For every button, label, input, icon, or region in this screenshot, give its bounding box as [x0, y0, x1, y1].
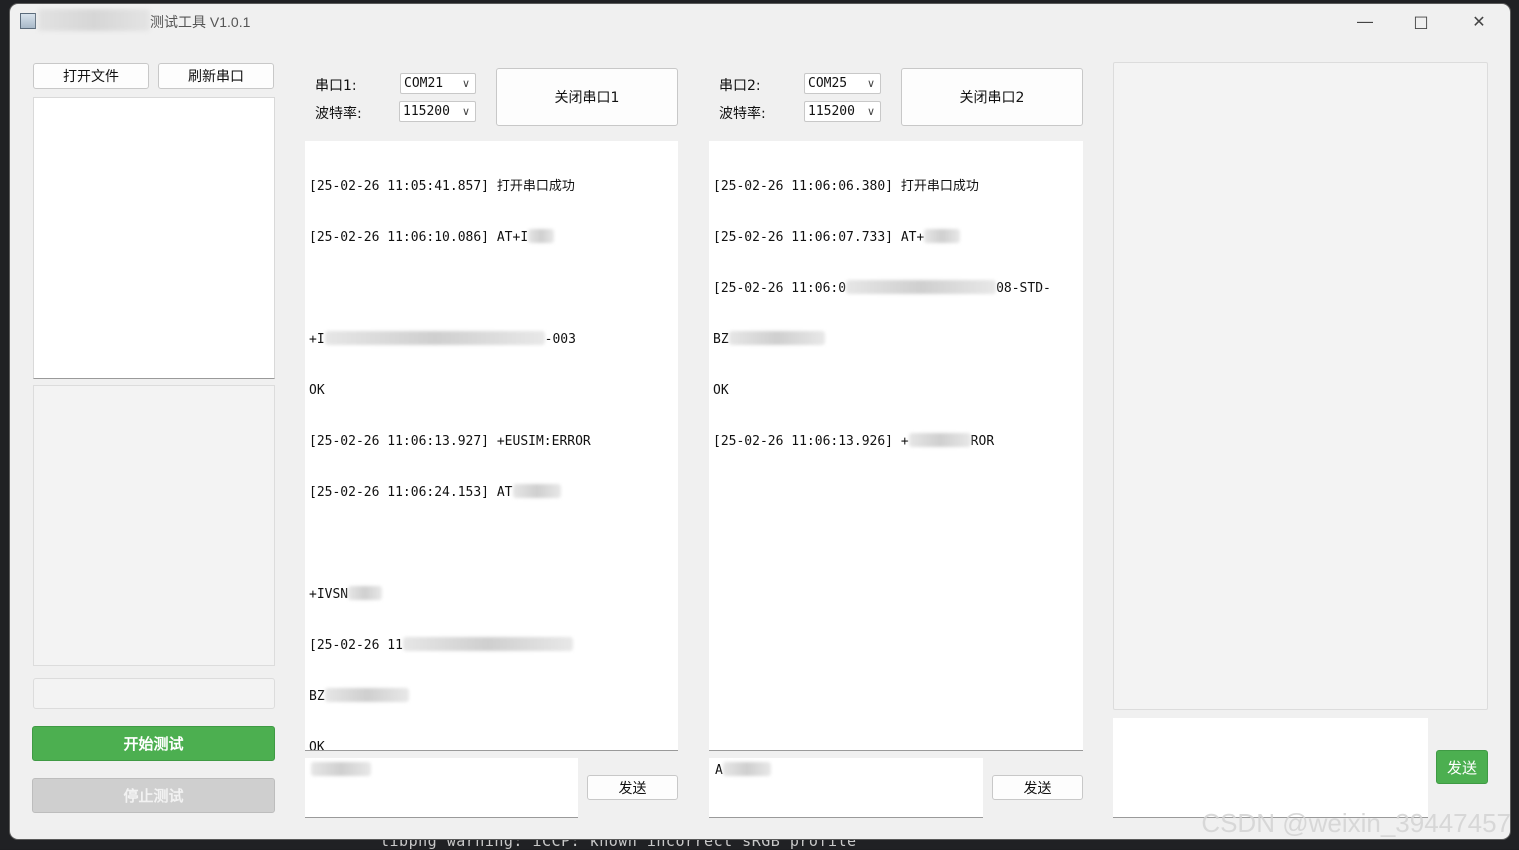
log-line: +I -003	[309, 331, 576, 347]
baud1-label: 波特率:	[315, 106, 362, 122]
port2-send-input[interactable]: A	[709, 758, 983, 818]
close-port1-button[interactable]: 关闭串口1	[496, 68, 678, 126]
redacted-input-text	[311, 762, 371, 776]
csdn-watermark: CSDN @weixin_39447457	[1201, 808, 1511, 838]
app-window: 测试工具 V1.0.1 ― □ ✕ 打开文件 刷新串口 开始测试 停止测试 串口…	[10, 4, 1510, 839]
close-icon[interactable]: ✕	[1456, 4, 1502, 38]
port2-select-value: COM25	[808, 76, 848, 91]
progress-field	[33, 678, 275, 709]
port2-send-button[interactable]: 发送	[992, 775, 1083, 800]
file-content-list[interactable]	[33, 97, 275, 379]
stop-test-button[interactable]: 停止测试	[32, 778, 275, 813]
right-send-input[interactable]	[1113, 718, 1428, 818]
port1-log[interactable]: [25-02-26 11:05:41.857] 打开串口成功 [25-02-26…	[305, 141, 678, 751]
baud1-select-value: 115200	[403, 104, 450, 119]
port1-send-input[interactable]	[305, 758, 578, 818]
log-line: [25-02-26 11:06:10.086] AT+I	[309, 229, 674, 246]
port2-log[interactable]: [25-02-26 11:06:06.380] 打开串口成功 [25-02-26…	[709, 141, 1083, 751]
test-result-panel[interactable]	[33, 385, 275, 666]
log-line: [25-02-26 11	[309, 637, 674, 654]
log-line: [25-02-26 11:06:0 08-STD-	[713, 280, 1051, 296]
port2-select[interactable]: COM25 ∨	[804, 73, 881, 94]
log-line: [25-02-26 11:06:13.927] +EUSIM:ERROR	[309, 434, 591, 449]
baud2-select[interactable]: 115200 ∨	[804, 101, 881, 122]
right-send-button[interactable]: 发送	[1436, 750, 1488, 784]
maximize-icon[interactable]: □	[1398, 4, 1444, 38]
chevron-down-icon: ∨	[866, 105, 875, 118]
redacted-title-prefix	[38, 9, 150, 31]
title-bar[interactable]: 测试工具 V1.0.1 ― □ ✕	[10, 4, 1510, 38]
baud1-select[interactable]: 115200 ∨	[399, 101, 476, 122]
refresh-ports-button[interactable]: 刷新串口	[158, 63, 274, 89]
log-line: OK	[309, 383, 325, 398]
start-test-button[interactable]: 开始测试	[32, 726, 275, 761]
redacted-input-text	[722, 762, 771, 776]
log-line: [25-02-26 11:06:06.380] 打开串口成功	[713, 179, 979, 194]
chevron-down-icon: ∨	[461, 77, 470, 90]
log-line: OK	[309, 740, 325, 751]
log-line: +IVSN	[309, 586, 674, 603]
port2-input-text: A	[715, 763, 723, 778]
port1-select[interactable]: COM21 ∨	[400, 73, 476, 94]
minimize-icon[interactable]: ―	[1342, 4, 1388, 38]
log-line: BZ	[713, 331, 1079, 348]
chevron-down-icon: ∨	[461, 105, 470, 118]
baud2-label: 波特率:	[719, 106, 766, 122]
log-line: [25-02-26 11:06:13.926] + ROR	[713, 433, 995, 449]
port1-select-value: COM21	[404, 76, 444, 91]
chevron-down-icon: ∨	[866, 77, 875, 90]
log-line: BZ	[309, 688, 674, 705]
port1-label: 串口1:	[315, 78, 357, 94]
window-title: 测试工具 V1.0.1	[150, 14, 251, 30]
port1-send-button[interactable]: 发送	[587, 775, 678, 800]
right-output-panel[interactable]	[1113, 62, 1488, 710]
port2-label: 串口2:	[719, 78, 761, 94]
log-line: [25-02-26 11:06:24.153] AT	[309, 484, 674, 501]
baud2-select-value: 115200	[808, 104, 855, 119]
log-line: OK	[713, 383, 729, 398]
log-line: [25-02-26 11:05:41.857] 打开串口成功	[309, 179, 575, 194]
open-file-button[interactable]: 打开文件	[33, 63, 149, 89]
log-line: [25-02-26 11:06:07.733] AT+	[713, 229, 1079, 246]
close-port2-button[interactable]: 关闭串口2	[901, 68, 1083, 126]
app-icon	[20, 13, 36, 29]
